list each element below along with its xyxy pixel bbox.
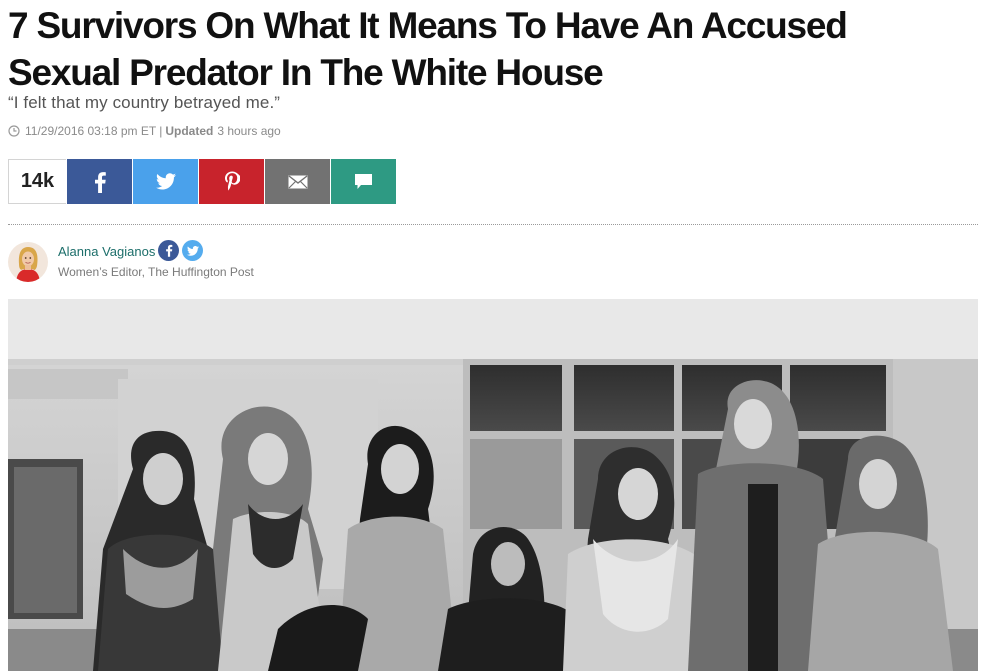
pinterest-share-button[interactable] xyxy=(199,159,264,204)
author-facebook-button[interactable] xyxy=(158,240,179,261)
author-title: Women’s Editor, The Huffington Post xyxy=(58,265,254,279)
author-twitter-button[interactable] xyxy=(182,240,203,261)
twitter-icon xyxy=(186,245,199,256)
article-subhead: “I felt that my country betrayed me.” xyxy=(8,93,281,112)
twitter-share-button[interactable] xyxy=(133,159,198,204)
comment-icon xyxy=(355,174,372,189)
share-count: 14k xyxy=(8,159,66,204)
email-icon xyxy=(288,174,307,188)
twitter-icon xyxy=(155,173,176,190)
section-divider xyxy=(8,224,978,225)
author-name-link[interactable]: Alanna Vagianos xyxy=(58,244,155,259)
pinterest-icon xyxy=(224,171,240,191)
share-bar: 14k xyxy=(8,159,396,204)
article-meta: 11/29/2016 03:18 pm ET | Updated 3 hours… xyxy=(8,124,281,138)
email-share-button[interactable] xyxy=(265,159,330,204)
article-headline: 7 Survivors On What It Means To Have An … xyxy=(8,5,848,93)
article-hero-image xyxy=(8,299,978,671)
author-social-links xyxy=(158,240,206,261)
comment-share-button[interactable] xyxy=(331,159,396,204)
updated-timestamp: 3 hours ago xyxy=(217,124,281,138)
facebook-icon xyxy=(94,171,106,193)
meta-separator: | xyxy=(159,124,163,138)
clock-icon xyxy=(8,125,20,137)
published-timestamp: 11/29/2016 03:18 pm ET xyxy=(25,124,157,138)
facebook-icon xyxy=(165,244,172,257)
facebook-share-button[interactable] xyxy=(67,159,132,204)
updated-label: Updated xyxy=(165,124,214,138)
author-avatar[interactable] xyxy=(8,242,48,282)
